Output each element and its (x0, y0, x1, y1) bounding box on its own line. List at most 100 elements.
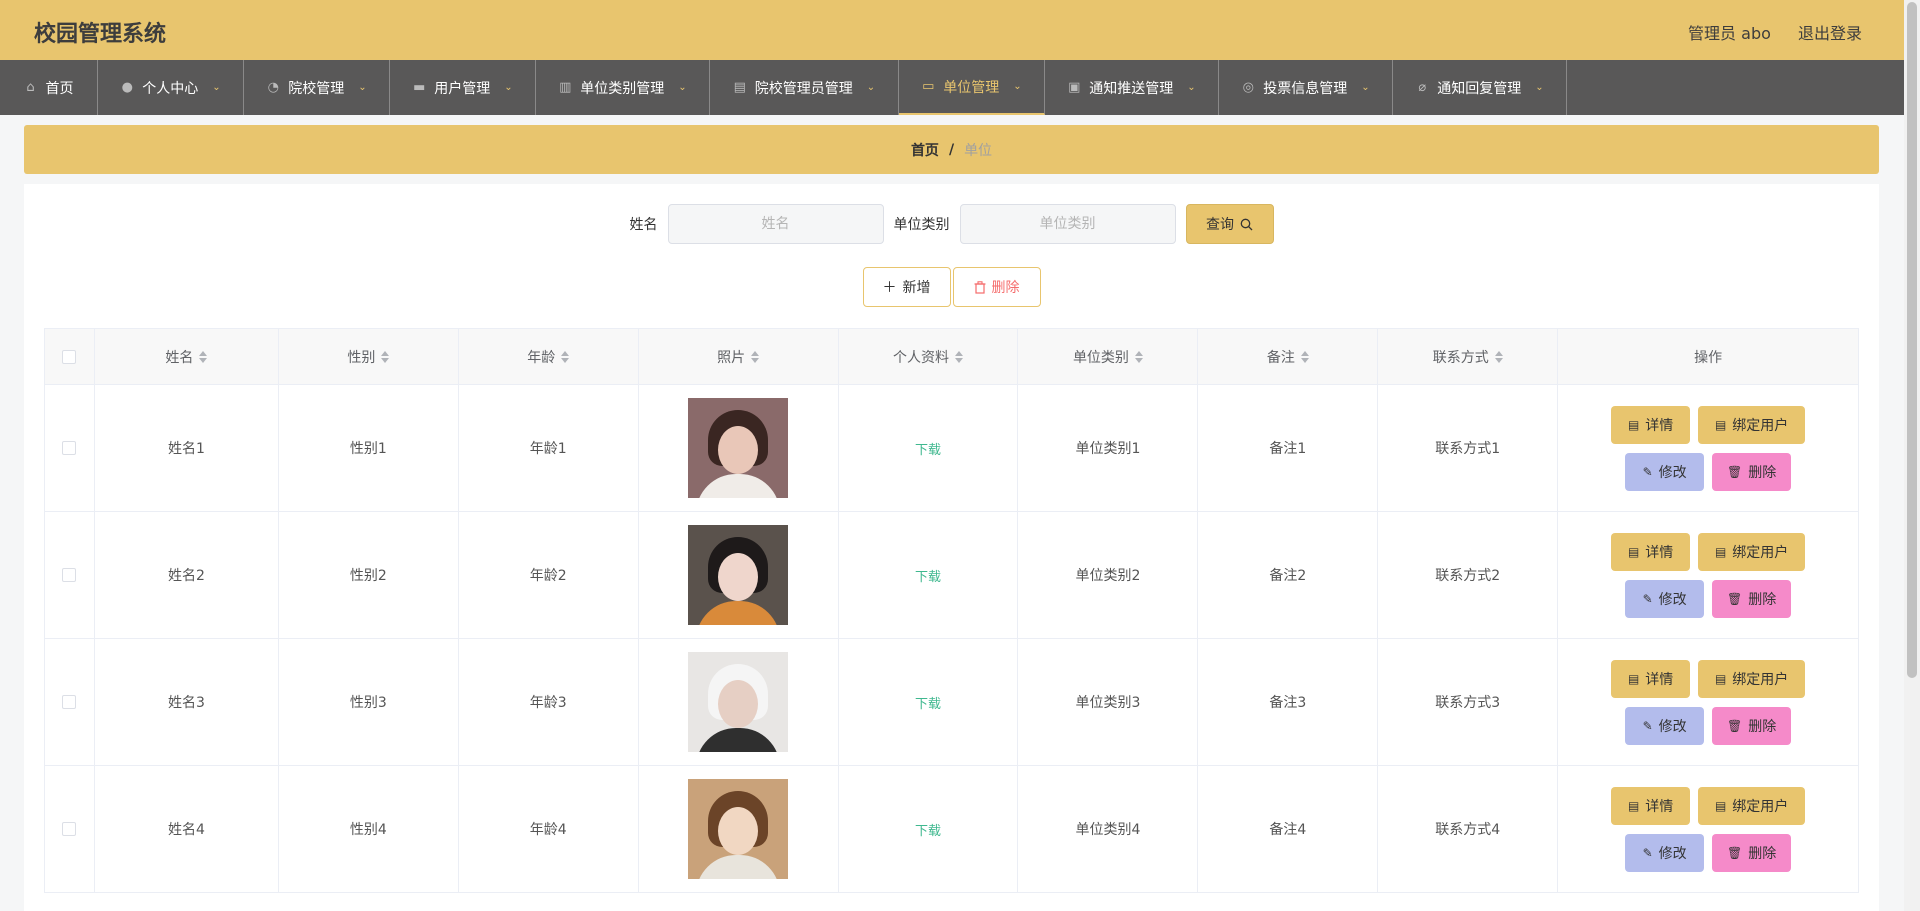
detail-button[interactable]: ▤ 详情 (1611, 405, 1691, 444)
detail-button[interactable]: ▤ 详情 (1611, 659, 1691, 698)
data-table: 姓名 性别 年龄 照片 个人资料 单位类别 备注 联系方式 操作 姓名1 性别1 年… (44, 328, 1860, 893)
edit-button[interactable]: ✎ 修改 (1625, 833, 1705, 872)
batch-delete-label: 删除 (991, 280, 1020, 296)
nav-item-label: 单位管理 (943, 79, 1000, 96)
header-profile[interactable]: 个人资料 (839, 329, 1019, 384)
nav-item-0[interactable]: ⌂ 首页 (0, 60, 98, 115)
bind-user-button[interactable]: ▤ 绑定用户 (1698, 659, 1806, 698)
edit-button[interactable]: ✎ 修改 (1625, 452, 1705, 491)
nav-item-4[interactable]: ▥ 单位类别管理 ⌄ (536, 60, 710, 115)
search-button[interactable]: 查询 (1185, 204, 1274, 244)
edit-button[interactable]: ✎ 修改 (1625, 579, 1705, 618)
sort-icon (199, 350, 208, 364)
table-header: 姓名 性别 年龄 照片 个人资料 单位类别 备注 联系方式 操作 (45, 329, 1860, 385)
cell-gender: 性别1 (279, 385, 459, 511)
content-panel: 姓名 单位类别 查询 ＋ 新增 删除 姓名 性别 年龄 照片 个人资料 单位类别… (24, 184, 1879, 911)
delete-button[interactable]: 🗑 删除 (1712, 579, 1792, 618)
table-row: 姓名1 性别1 年龄1 下载 单位类别1 备注1 联系方式1 ▤ 详情 ▤ 绑定用户 ✎ 修改 🗑 删除 (45, 385, 1860, 512)
cell-name: 姓名1 (95, 385, 279, 511)
cell-photo (639, 766, 839, 892)
row-checkbox[interactable] (62, 695, 77, 709)
cell-gender: 性别3 (279, 639, 459, 765)
cell-note: 备注3 (1198, 639, 1379, 765)
document-icon: ▤ (1714, 417, 1727, 432)
header-name[interactable]: 姓名 (95, 329, 279, 384)
user-photo[interactable] (688, 652, 789, 752)
detail-button[interactable]: ▤ 详情 (1611, 786, 1691, 825)
chevron-down-icon: ⌄ (1361, 82, 1370, 93)
document-icon: ▤ (1627, 671, 1640, 686)
bind-user-button[interactable]: ▤ 绑定用户 (1698, 532, 1806, 571)
trash-icon: 🗑 (1726, 845, 1743, 860)
message-icon: ▣ (1068, 79, 1081, 95)
download-link[interactable]: 下载 (915, 566, 941, 585)
header-age[interactable]: 年龄 (459, 329, 639, 384)
category-label: 单位类别 (893, 217, 950, 233)
header-checkbox-cell (45, 329, 95, 384)
scrollbar-thumb[interactable] (1907, 2, 1917, 678)
row-checkbox[interactable] (62, 441, 77, 455)
download-link[interactable]: 下载 (915, 820, 941, 839)
nav-item-label: 院校管理员管理 (754, 80, 853, 97)
logout-button[interactable]: 退出登录 (1798, 24, 1862, 43)
row-checkbox-cell (45, 639, 95, 765)
page-scrollbar[interactable] (1904, 0, 1920, 911)
nav-item-9[interactable]: ⌀ 通知回复管理 ⌄ (1393, 60, 1567, 115)
nav-item-6[interactable]: ▭ 单位管理 ⌄ (899, 60, 1045, 115)
delete-button[interactable]: 🗑 删除 (1712, 833, 1792, 872)
user-area: 管理员 abo 退出登录 (1666, 20, 1862, 44)
top-header: 校园管理系统 管理员 abo 退出登录 (0, 0, 1904, 60)
edit-button[interactable]: ✎ 修改 (1625, 706, 1705, 745)
nav-item-5[interactable]: ▤ 院校管理员管理 ⌄ (710, 60, 899, 115)
name-search-input[interactable] (667, 204, 884, 244)
row-checkbox[interactable] (62, 568, 77, 582)
category-search-input[interactable] (959, 204, 1176, 244)
chat-icon: ▬ (413, 79, 426, 95)
cell-contact: 联系方式1 (1378, 385, 1559, 511)
cell-name: 姓名2 (95, 512, 279, 638)
cell-note: 备注2 (1198, 512, 1379, 638)
document-icon: ▤ (1714, 671, 1727, 686)
header-note[interactable]: 备注 (1198, 329, 1379, 384)
user-photo[interactable] (688, 525, 789, 625)
delete-button[interactable]: 🗑 删除 (1712, 452, 1792, 491)
batch-delete-button[interactable]: 删除 (952, 267, 1041, 307)
nav-item-8[interactable]: ◎ 投票信息管理 ⌄ (1219, 60, 1393, 115)
delete-button[interactable]: 🗑 删除 (1712, 706, 1792, 745)
document-icon: ▤ (1627, 417, 1640, 432)
row-checkbox[interactable] (62, 822, 77, 836)
header-contact[interactable]: 联系方式 (1378, 329, 1559, 384)
bind-user-button[interactable]: ▤ 绑定用户 (1698, 786, 1806, 825)
breadcrumb-current: 单位 (964, 142, 993, 159)
nav-item-label: 个人中心 (142, 80, 199, 97)
cell-name: 姓名4 (95, 766, 279, 892)
breadcrumb-home[interactable]: 首页 (911, 140, 939, 160)
cell-gender: 性别4 (279, 766, 459, 892)
header-gender[interactable]: 性别 (279, 329, 459, 384)
add-button[interactable]: ＋ 新增 (862, 267, 951, 307)
nav-item-3[interactable]: ▬ 用户管理 ⌄ (390, 60, 536, 115)
nav-item-label: 通知回复管理 (1437, 80, 1522, 97)
cell-category: 单位类别3 (1018, 639, 1199, 765)
toolbar: ＋ 新增 删除 (24, 267, 1879, 307)
user-photo[interactable] (688, 779, 789, 879)
pencil-icon: ✎ (1642, 591, 1653, 606)
cell-profile: 下载 (839, 385, 1019, 511)
nav-item-2[interactable]: ◔ 院校管理 ⌄ (244, 60, 390, 115)
row-checkbox-cell (45, 512, 95, 638)
cell-gender: 性别2 (279, 512, 459, 638)
download-link[interactable]: 下载 (915, 693, 941, 712)
user-photo[interactable] (688, 398, 789, 498)
nav-item-7[interactable]: ▣ 通知推送管理 ⌄ (1045, 60, 1219, 115)
header-category[interactable]: 单位类别 (1018, 329, 1199, 384)
nav-item-1[interactable]: ● 个人中心 ⌄ (98, 60, 244, 115)
bind-user-button[interactable]: ▤ 绑定用户 (1698, 405, 1806, 444)
table-body: 姓名1 性别1 年龄1 下载 单位类别1 备注1 联系方式1 ▤ 详情 ▤ 绑定用户 ✎ 修改 🗑 删除 姓名… (45, 385, 1860, 893)
search-form: 姓名 单位类别 查询 (24, 204, 1879, 244)
download-link[interactable]: 下载 (915, 439, 941, 458)
cell-category: 单位类别2 (1018, 512, 1199, 638)
select-all-checkbox[interactable] (62, 349, 77, 364)
header-photo[interactable]: 照片 (639, 329, 839, 384)
main-nav: ⌂ 首页 ● 个人中心 ⌄ ◔ 院校管理 ⌄ ▬ 用户管理 ⌄ ▥ 单位类别管理 ⌄ ▤ 院校管理员管理 ⌄ ▭ 单… (0, 60, 1904, 115)
detail-button[interactable]: ▤ 详情 (1611, 532, 1691, 571)
